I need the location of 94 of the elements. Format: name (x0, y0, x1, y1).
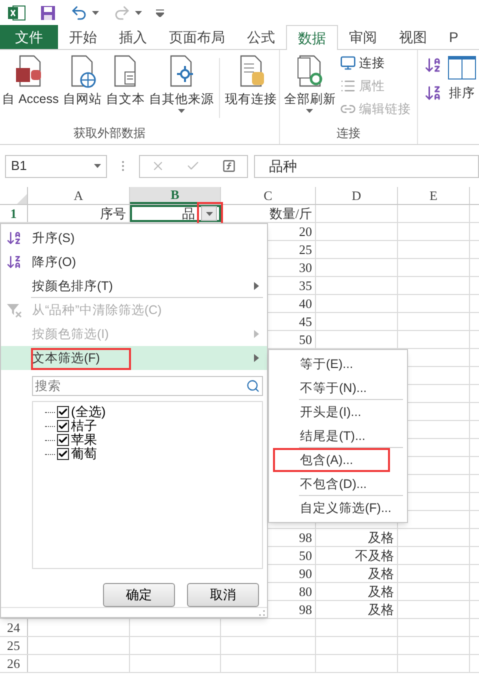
submenu-arrow-icon (254, 330, 259, 338)
row-header[interactable]: 24 (0, 619, 28, 636)
table-cell: 序号 (100, 206, 126, 222)
column-header[interactable]: D (316, 187, 398, 204)
column-header[interactable]: C (221, 187, 316, 204)
ribbon-tab[interactable]: 公式 (236, 25, 286, 49)
filter-dropdown-button[interactable] (201, 206, 217, 221)
table-cell: 30 (299, 260, 312, 276)
table-cell: 98 (299, 602, 312, 618)
table-cell: 50 (299, 332, 312, 348)
menu-item[interactable]: 按颜色排序(T) (1, 274, 267, 298)
ribbon-tab[interactable]: 审阅 (338, 25, 388, 49)
table-cell: 50 (299, 548, 312, 564)
submenu-arrow-icon (254, 354, 259, 362)
row-header[interactable]: 1 (0, 205, 28, 222)
ribbon-button[interactable]: 排序 (448, 56, 476, 103)
ribbon-button[interactable]: 自文本 (104, 54, 147, 109)
dialog-button[interactable]: 取消 (187, 583, 259, 607)
table-cell: 数量/斤 (269, 206, 312, 222)
table-cell: 及格 (368, 602, 394, 618)
table-cell: 98 (299, 530, 312, 546)
row-header[interactable]: 25 (0, 637, 28, 654)
file-tab[interactable]: 文件 (0, 25, 58, 49)
table-cell: 35 (299, 278, 312, 294)
caret-icon (135, 10, 142, 14)
table-cell: 不及格 (355, 548, 394, 564)
group-label: 连接 (336, 125, 360, 142)
menu-item[interactable]: 等于(E)... (269, 352, 407, 376)
table-cell: 品 (182, 206, 195, 222)
ribbon-button[interactable]: 自 Access (0, 54, 61, 109)
column-header[interactable]: B (130, 187, 221, 204)
drag-handle-icon[interactable] (121, 160, 125, 172)
caret-icon (178, 108, 185, 113)
table-cell: 90 (299, 566, 312, 582)
table-cell: 45 (299, 314, 312, 330)
ribbon-button[interactable]: 现有连接 (222, 54, 279, 109)
table-cell: 40 (299, 296, 312, 312)
menu-item[interactable]: 降序(O) (1, 250, 267, 274)
checkbox[interactable] (57, 434, 69, 446)
ribbon-tab[interactable]: 开始 (58, 25, 108, 49)
list-icon (340, 78, 356, 94)
menu-item[interactable]: 结尾是(T)... (269, 424, 407, 448)
table-cell: 25 (299, 242, 312, 258)
save-icon[interactable] (40, 4, 56, 20)
ribbon-tab[interactable]: P (438, 25, 470, 49)
sort-descending-icon (6, 254, 22, 270)
menu-item[interactable]: 自定义筛选(F)... (269, 496, 407, 520)
search-icon (246, 379, 260, 393)
group-label: 获取外部数据 (73, 125, 146, 142)
dialog-button[interactable]: 确定 (103, 583, 175, 607)
menu-item[interactable]: 文本筛选(F) (1, 346, 267, 370)
table-cell: 及格 (368, 530, 394, 546)
undo-icon[interactable] (70, 4, 88, 22)
search-field[interactable]: 搜索 (32, 376, 263, 396)
resize-grip-icon[interactable] (259, 610, 265, 616)
checkbox[interactable] (57, 406, 69, 418)
clear-filter-icon (6, 302, 22, 318)
ribbon-button[interactable]: 全部刷新 (284, 54, 336, 113)
function-icon[interactable] (222, 159, 236, 173)
table-cell: 及格 (368, 584, 394, 600)
sort-descending-icon[interactable] (424, 84, 442, 102)
ribbon-tab[interactable]: 视图 (388, 25, 438, 49)
ribbon-small-button[interactable]: 连接 (340, 54, 411, 73)
ribbon-button[interactable]: 自网站 (60, 54, 104, 109)
customize-icon[interactable] (156, 8, 164, 16)
menu-item[interactable]: 升序(S) (1, 226, 267, 250)
checkbox[interactable] (57, 448, 69, 460)
ribbon-tab[interactable]: 插入 (108, 25, 158, 49)
menu-item[interactable]: 包含(A)... (269, 448, 407, 472)
table-cell: 及格 (368, 566, 394, 582)
table-cell: 20 (299, 224, 312, 240)
monitor-icon (340, 55, 356, 72)
sort-ascending-icon[interactable] (424, 56, 442, 74)
ribbon-tab[interactable]: 数据 (286, 25, 338, 50)
menu-item[interactable]: 开头是(I)... (269, 400, 407, 424)
caret-icon (206, 212, 212, 216)
checkbox[interactable] (57, 420, 69, 432)
name-box[interactable]: B1 (5, 154, 107, 178)
menu-item[interactable]: 不等于(N)... (269, 376, 407, 400)
spreadsheet-app-icon[interactable] (8, 4, 26, 20)
menu-item[interactable]: 不包含(D)... (269, 472, 407, 496)
row-header[interactable]: 26 (0, 655, 28, 672)
submenu-arrow-icon (254, 282, 259, 290)
caret-icon (92, 10, 99, 14)
caret-icon (306, 108, 314, 113)
caret-icon (94, 164, 101, 168)
sort-icon (448, 56, 476, 80)
table-cell: 80 (299, 584, 312, 600)
column-header[interactable]: E (398, 187, 470, 204)
list-item-label[interactable]: 葡萄 (71, 444, 97, 464)
ribbon-tab[interactable]: 页面布局 (158, 25, 236, 49)
formula-input[interactable]: 品种 (254, 154, 479, 178)
ribbon-button[interactable]: 自其他来源 (146, 54, 216, 113)
sort-ascending-icon (6, 230, 22, 246)
